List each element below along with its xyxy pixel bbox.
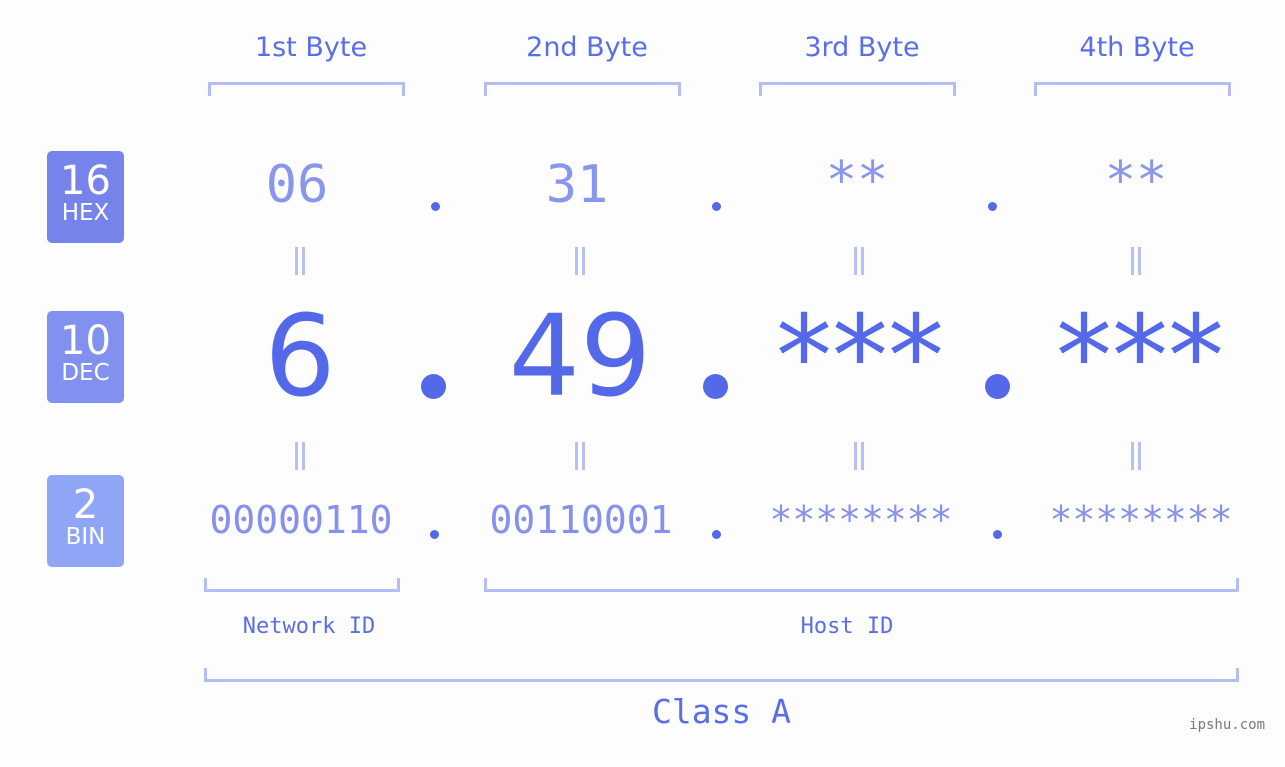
bin-byte-3: ******** xyxy=(769,498,953,542)
bin-separator-dot xyxy=(993,530,1002,539)
class-label: Class A xyxy=(651,692,792,731)
hex-byte-2: 31 xyxy=(545,155,609,215)
dec-separator-dot xyxy=(985,374,1010,399)
bin-byte-4: ******** xyxy=(1049,498,1233,542)
hex-byte-4: ** xyxy=(1104,151,1168,211)
bin-badge-label: BIN xyxy=(65,524,106,550)
byte-bracket-4 xyxy=(1034,82,1231,96)
network-id-label: Network ID xyxy=(242,614,376,639)
byte-bracket-2 xyxy=(484,82,681,96)
network-id-bracket xyxy=(204,578,400,592)
equals-icon xyxy=(295,442,305,470)
dec-byte-3: *** xyxy=(776,292,944,422)
hex-badge: 16 HEX xyxy=(47,151,124,243)
hex-badge-base: 16 xyxy=(60,158,111,204)
dec-byte-1: 6 xyxy=(264,292,336,422)
host-id-bracket xyxy=(484,578,1239,592)
byte-header-4: 4th Byte xyxy=(1079,32,1195,63)
dec-badge: 10 DEC xyxy=(47,311,124,403)
bin-byte-2: 00110001 xyxy=(489,498,673,542)
bin-separator-dot xyxy=(712,530,721,539)
byte-bracket-1 xyxy=(208,82,405,96)
dec-badge-base: 10 xyxy=(60,318,111,364)
equals-icon xyxy=(295,247,305,275)
hex-byte-1: 06 xyxy=(265,155,329,215)
byte-bracket-3 xyxy=(759,82,956,96)
hex-separator-dot xyxy=(988,202,997,211)
hex-separator-dot xyxy=(431,202,440,211)
hex-badge-label: HEX xyxy=(61,200,110,226)
equals-icon xyxy=(854,442,864,470)
dec-byte-2: 49 xyxy=(508,292,652,422)
dec-badge-label: DEC xyxy=(61,360,110,386)
byte-header-1: 1st Byte xyxy=(254,32,368,63)
byte-header-3: 3rd Byte xyxy=(804,32,920,63)
equals-icon xyxy=(1131,247,1141,275)
bin-badge-base: 2 xyxy=(72,482,99,528)
watermark: ipshu.com xyxy=(1189,717,1265,733)
dec-byte-4: *** xyxy=(1056,292,1224,422)
hex-separator-dot xyxy=(712,202,721,211)
dec-separator-dot xyxy=(421,374,446,399)
bin-badge: 2 BIN xyxy=(47,475,124,567)
bin-byte-1: 00000110 xyxy=(209,498,393,542)
byte-header-2: 2nd Byte xyxy=(526,32,648,63)
bin-separator-dot xyxy=(430,530,439,539)
equals-icon xyxy=(575,442,585,470)
hex-byte-3: ** xyxy=(825,151,889,211)
equals-icon xyxy=(1131,442,1141,470)
equals-icon xyxy=(575,247,585,275)
host-id-label: Host ID xyxy=(800,614,894,639)
dec-separator-dot xyxy=(703,374,728,399)
equals-icon xyxy=(854,247,864,275)
class-bracket xyxy=(204,668,1239,682)
